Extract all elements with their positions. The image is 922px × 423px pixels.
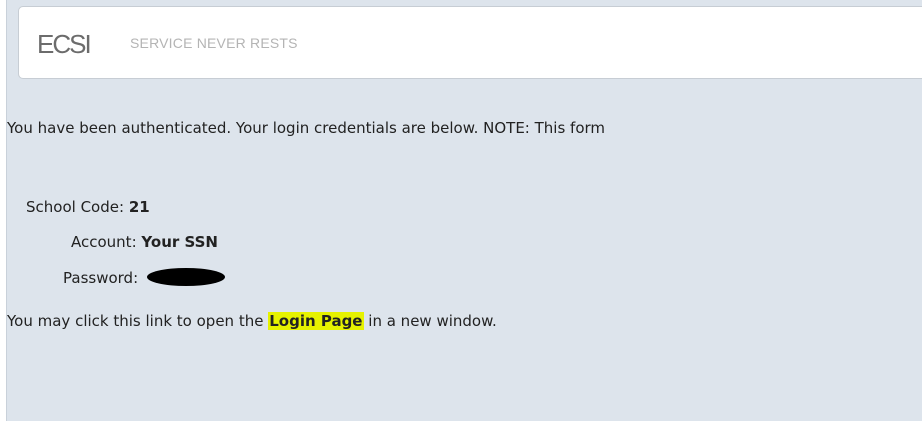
password-row: Password: bbox=[63, 268, 225, 287]
ecsi-logo: ECSI bbox=[37, 24, 92, 64]
auth-message: You have been authenticated. Your login … bbox=[7, 119, 606, 137]
tagline: SERVICE NEVER RESTS bbox=[130, 35, 298, 51]
login-page-link[interactable]: Login Page bbox=[268, 312, 364, 330]
account-value: Your SSN bbox=[141, 233, 218, 251]
link-line-before: You may click this link to open the bbox=[7, 312, 264, 330]
logo-text: ECSI bbox=[37, 28, 92, 59]
password-label: Password: bbox=[63, 269, 139, 287]
account-row: Account: Your SSN bbox=[71, 233, 218, 251]
account-label: Account: bbox=[71, 233, 137, 251]
school-code-label: School Code: bbox=[26, 198, 125, 216]
school-code-value: 21 bbox=[128, 198, 150, 216]
link-line-after: in a new window. bbox=[368, 312, 497, 330]
school-code-row: School Code: 21 bbox=[26, 198, 150, 216]
link-line: You may click this link to open the Logi… bbox=[7, 312, 497, 330]
password-redaction bbox=[146, 268, 225, 286]
